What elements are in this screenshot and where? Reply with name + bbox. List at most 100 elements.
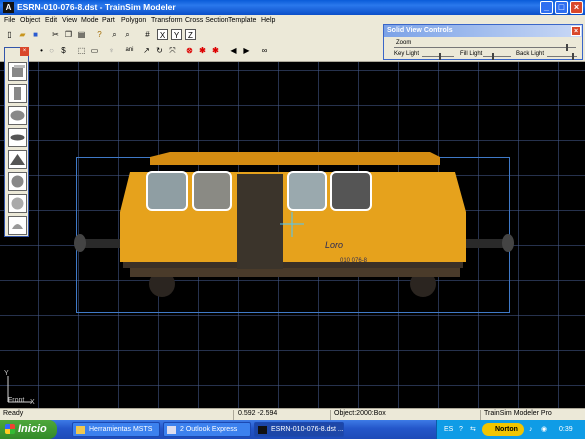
menu-transform[interactable]: Transform [151,15,183,26]
menu-edit[interactable]: Edit [45,15,57,26]
zoom-slider[interactable] [394,47,576,48]
norton-label: Norton [495,426,518,433]
cone-icon[interactable] [8,216,27,235]
taskbar: Inicio Herramientas MSTS 2 Outlook Expre… [0,420,585,439]
status-product: TrainSim Modeler Pro [484,410,552,417]
select-vertex-icon[interactable]: ○ [46,45,57,56]
key-light-thumb[interactable] [438,53,441,60]
vehicle-logo: Loro [325,240,344,250]
prev-icon[interactable]: ◀ [228,45,239,56]
paint1-icon[interactable]: ✱ [197,45,208,56]
text-tool-icon[interactable]: ani [124,45,135,56]
zoom-out-icon[interactable]: ⌕ [122,29,133,40]
axis-y-label: Y [4,370,9,377]
task-label: Herramientas MSTS [89,426,153,433]
norton-tray-icon[interactable]: Norton [482,423,524,436]
rect-icon[interactable]: ▭ [89,45,100,56]
start-label: Inicio [18,423,47,435]
status-text: Ready [3,410,24,417]
window-title: ESRN-010-076-8.dst - TrainSim Modeler [17,2,176,12]
language-indicator[interactable]: ES [444,420,453,439]
task-herramientas[interactable]: Herramientas MSTS [72,422,160,437]
menu-mode[interactable]: Mode [81,15,99,26]
grid-icon[interactable]: # [142,29,153,40]
menu-file[interactable]: File [4,15,15,26]
rail-car-model[interactable] [0,62,585,408]
status-bar: Ready 0.592 -2.594 Object:2000:Box Train… [0,408,585,420]
light-icon[interactable]: ⊗ [184,45,195,56]
back-light-thumb[interactable] [571,53,574,60]
menu-object[interactable]: Object [20,15,40,26]
y-axis-icon[interactable]: Y [171,29,182,40]
copy-icon[interactable]: ❐ [63,29,74,40]
next-icon[interactable]: ▶ [241,45,252,56]
volume-tray-icon[interactable]: ♪ [529,420,533,439]
help-icon[interactable]: ? [94,29,105,40]
new-icon[interactable]: ▯ [4,29,15,40]
vehicle-number: 010 076-8 [340,258,368,264]
network-tray-icon[interactable]: ⇆ [470,420,476,439]
zoom-slider-thumb[interactable] [565,44,568,51]
task-outlook[interactable]: 2 Outlook Express [163,422,251,437]
close-button[interactable]: × [570,1,583,14]
arrow-icon[interactable]: ↗ [141,45,152,56]
primitive-palette [4,47,29,237]
status-divider [480,410,481,420]
menu-view[interactable]: View [62,15,77,26]
task-label: ESRN-010-076-8.dst ... [271,426,344,433]
security-tray-icon[interactable]: ◉ [541,420,547,439]
disc-icon[interactable] [8,128,27,147]
open-icon[interactable]: ▰ [17,29,28,40]
outlook-icon [167,426,176,434]
zoom-in-icon[interactable]: ⌕ [109,29,120,40]
title-bar: A ESRN-010-076-8.dst - TrainSim Modeler … [0,0,585,15]
cylinder-icon[interactable] [8,84,27,103]
x-axis-icon[interactable]: X [157,29,168,40]
z-axis-icon[interactable]: Z [185,29,196,40]
back-light-label: Back Light [516,51,545,57]
status-divider [233,410,234,420]
ellipse-icon[interactable] [8,106,27,125]
binoculars-icon[interactable]: ∞ [259,45,270,56]
help-tray-icon[interactable]: ? [459,420,463,439]
maximize-button[interactable]: □ [555,1,568,14]
menu-polygon[interactable]: Polygon [121,15,146,26]
status-coordinates: 0.592 -2.594 [238,410,278,417]
rotate-icon[interactable]: ↻ [154,45,165,56]
scale-icon[interactable]: ⤧ [167,45,178,56]
paint2-icon[interactable]: ✱ [210,45,221,56]
zoom-label: Zoom [396,40,412,46]
palette-close-button[interactable]: × [20,47,29,56]
key-light-label: Key Light [394,51,420,57]
cube-icon[interactable] [8,62,27,81]
select-point-icon[interactable]: $ [58,45,69,56]
solid-view-title-text: Solid View Controls [387,27,453,34]
status-divider [330,410,331,420]
prism-icon[interactable] [8,150,27,169]
box-icon[interactable]: ⬚ [76,45,87,56]
tree-icon[interactable]: ♆ [106,45,117,56]
menu-cross-section[interactable]: Cross Section [185,15,229,26]
cut-icon[interactable]: ✂ [50,29,61,40]
solid-view-close-button[interactable]: × [571,26,581,36]
task-trainsim[interactable]: ESRN-010-076-8.dst ... [254,422,344,437]
view-name-label: Front [8,397,25,404]
solid-view-controls: Solid View Controls × Zoom Key Light Fil… [383,24,583,60]
save-icon[interactable]: ■ [30,29,41,40]
folder-icon [76,426,85,434]
menu-part[interactable]: Part [102,15,115,26]
minimize-button[interactable]: _ [540,1,553,14]
task-label: 2 Outlook Express [180,426,238,433]
system-tray: ES ? ⇆ Norton ♪ ◉ 0:39 [436,420,585,439]
viewport-3d[interactable]: Loro 010 076-8 [0,62,585,408]
fill-light-slider[interactable] [483,56,511,57]
paste-icon[interactable]: ▤ [76,29,87,40]
fill-light-thumb[interactable] [491,53,494,60]
menu-help[interactable]: Help [261,15,275,26]
clock[interactable]: 0:39 [559,420,573,439]
sphere-icon[interactable] [8,172,27,191]
menu-template[interactable]: Template [228,15,256,26]
hemisphere-icon[interactable] [8,194,27,213]
start-button[interactable]: Inicio [0,420,57,439]
app-icon[interactable]: A [3,2,14,13]
